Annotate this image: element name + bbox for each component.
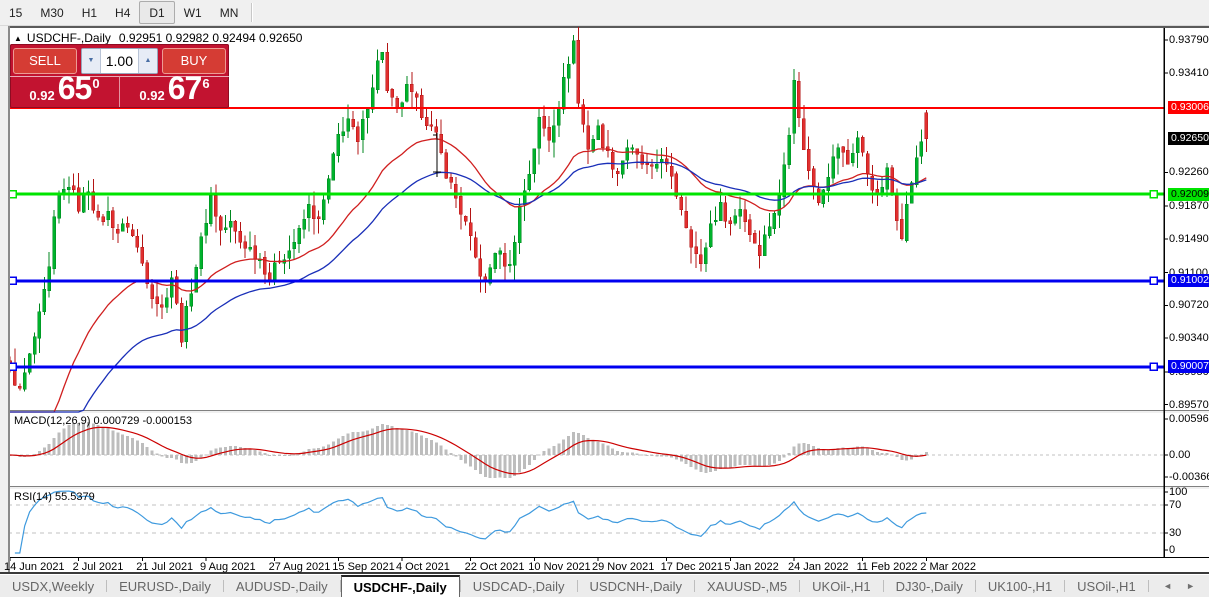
price-tick-label: 0.92260 — [1169, 166, 1209, 179]
volume-decrease-icon[interactable]: ▼ — [82, 48, 101, 73]
symbol-tab-bar: USDX,Weekly EURUSD-,Daily AUDUSD-,Daily USD… — [0, 575, 1209, 597]
one-click-trade-panel: SELL ▼ 1.00 ▲ BUY 0.92 65 0 0.92 67 6 — [10, 44, 229, 108]
price-tick-label: 0.005963 — [1169, 413, 1209, 425]
date-tick-label: 24 Jan 2022 — [788, 561, 849, 573]
mt4-window: 15 M30 H1 H4 D1 W1 MN ▲ USDCHF-,Daily 0.92951 0.… — [0, 0, 1209, 597]
tab-usdcad-daily[interactable]: USDCAD-,Daily — [461, 575, 577, 597]
price-tick-label: 0.90720 — [1169, 299, 1209, 312]
tab-eurusd-daily[interactable]: EURUSD-,Daily — [107, 575, 223, 597]
date-tick-label: 11 Feb 2022 — [856, 561, 918, 573]
price-tick-label: 0.91870 — [1169, 200, 1209, 212]
tab-usoil-h1[interactable]: USOil-,H1 — [1065, 575, 1148, 597]
tab-scroll-left-icon[interactable]: ◄ — [1163, 581, 1172, 591]
sell-price-main: 65 — [57, 70, 93, 106]
tab-usdchf-daily[interactable]: USDCHF-,Daily — [340, 575, 460, 597]
buy-price-prefix: 0.92 — [139, 88, 165, 103]
price-tick-label: 100 — [1169, 486, 1188, 498]
date-tick-label: 4 Oct 2021 — [396, 561, 450, 573]
collapse-icon[interactable]: ▲ — [14, 34, 22, 43]
date-tick-label: 29 Nov 2021 — [592, 561, 655, 573]
buy-price-main: 67 — [167, 70, 203, 106]
chart-window-left-border — [0, 26, 10, 574]
buy-price[interactable]: 0.92 67 6 — [120, 72, 229, 107]
sell-price-pip: 0 — [92, 76, 100, 91]
tab-uk100-h1[interactable]: UK100-,H1 — [976, 575, 1064, 597]
tab-scroll-right-icon[interactable]: ► — [1186, 581, 1195, 591]
chart-title: ▲ USDCHF-,Daily 0.92951 0.92982 0.92494 0.… — [14, 31, 302, 45]
price-badge-0.93006: 0.93006 — [1168, 101, 1209, 115]
tab-separator — [1147, 580, 1149, 592]
tab-dj30-daily[interactable]: DJ30-,Daily — [884, 575, 975, 597]
volume-increase-icon[interactable]: ▲ — [138, 48, 157, 73]
date-tick-label: 2 Mar 2022 — [920, 561, 976, 573]
sell-price-prefix: 0.92 — [29, 88, 55, 103]
price-tick-label: 0 — [1169, 544, 1176, 556]
rsi-label: RSI(14) 55.5379 — [14, 491, 95, 503]
tab-usdcnh-daily[interactable]: USDCNH-,Daily — [578, 575, 694, 597]
date-tick-label: 17 Dec 2021 — [660, 561, 723, 573]
price-tick-label: 0.89570 — [1169, 398, 1209, 411]
price-tick-label: 0.00 — [1169, 449, 1191, 461]
date-tick-label: 5 Jan 2022 — [724, 561, 779, 573]
price-tick-label: 0.90340 — [1169, 332, 1209, 345]
price-tick-label: 70 — [1169, 499, 1182, 511]
price-tick-label: 0.93790 — [1169, 34, 1209, 47]
price-tick-label: 30 — [1169, 527, 1182, 539]
price-badge-0.92650: 0.92650 — [1168, 132, 1209, 146]
tab-audusd-daily[interactable]: AUDUSD-,Daily — [224, 575, 340, 597]
buy-price-pip: 6 — [202, 76, 210, 91]
macd-label: MACD(12,26,9) 0.000729 -0.000153 — [14, 415, 192, 427]
price-badge-0.91002: 0.91002 — [1168, 274, 1209, 288]
tab-scroll-controls: ◄ ► — [1163, 575, 1209, 597]
chart-ohlc-values: 0.92951 0.92982 0.92494 0.92650 — [118, 31, 303, 45]
price-tick-label: 0.91490 — [1169, 232, 1209, 245]
price-tick-label: -0.00366 — [1169, 471, 1209, 484]
tab-ukoil-h1[interactable]: UKOil-,H1 — [800, 575, 883, 597]
date-tick-label: 27 Aug 2021 — [268, 561, 331, 573]
price-tick-label: 0.93410 — [1169, 66, 1209, 79]
tab-usdx-weekly[interactable]: USDX,Weekly — [0, 575, 106, 597]
date-tick-label: 21 Jul 2021 — [136, 561, 194, 573]
price-badge-0.92009: 0.92009 — [1168, 187, 1209, 201]
chart-symbol-label: USDCHF-,Daily — [26, 31, 111, 45]
date-tick-label: 10 Nov 2021 — [528, 561, 591, 573]
volume-stepper: ▼ 1.00 ▲ — [81, 47, 158, 74]
sell-price[interactable]: 0.92 65 0 — [10, 72, 120, 107]
price-badge-0.90007: 0.90007 — [1168, 360, 1209, 374]
date-tick-label: 14 Jun 2021 — [4, 561, 65, 573]
volume-value[interactable]: 1.00 — [101, 49, 138, 73]
date-tick-label: 15 Sep 2021 — [332, 561, 395, 573]
date-tick-label: 9 Aug 2021 — [200, 561, 256, 573]
date-tick-label: 2 Jul 2021 — [72, 561, 124, 573]
tab-xauusd-m5[interactable]: XAUUSD-,M5 — [695, 575, 799, 597]
date-tick-label: 22 Oct 2021 — [464, 561, 525, 573]
